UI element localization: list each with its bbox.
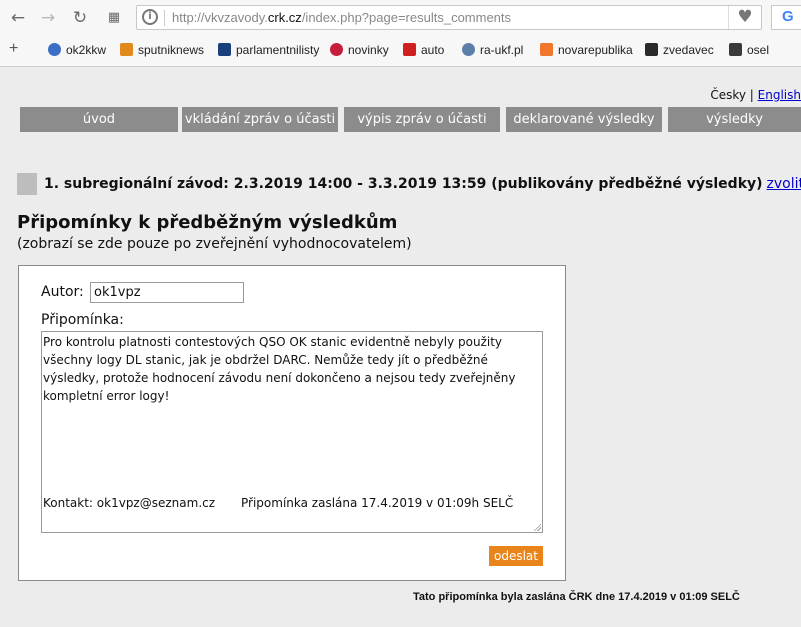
bookmark-novarepublika[interactable]: novarepublika [540,43,633,57]
comment-text: Pro kontrolu platnosti contestových QSO … [43,335,516,403]
comment-form: Autor: Připomínka: Pro kontrolu platnost… [18,265,566,581]
lang-cz[interactable]: Česky [710,88,746,102]
language-switch: Česky | English [710,88,801,102]
url-suffix: /index.php?page=results_comments [301,10,512,25]
bookmark-auto[interactable]: auto [403,43,444,57]
browser-toolbar: ← → ↻ ▦ i http://vkvzavody.crk.cz/index.… [0,0,801,67]
osel-icon [729,43,742,56]
url-domain: crk.cz [267,10,302,25]
author-label: Autor: [41,284,84,300]
resize-handle-icon[interactable] [533,523,541,531]
page-subtitle: (zobrazí se zde pouze po zveřejnění vyho… [17,236,412,252]
author-input[interactable] [90,282,244,303]
menu-vysledky[interactable]: výsledky [668,107,801,132]
address-bar-divider [164,10,165,26]
bookmark-label: auto [421,43,445,57]
bookmark-label: parlamentnilisty [236,43,320,57]
bookmark-osel[interactable]: osel [729,43,769,57]
sent-info: Připomínka zaslána 17.4.2019 v 01:09h SE… [241,496,514,510]
bookmark-label: zvedavec [663,43,714,57]
contest-heading-text: 1. subregionální závod: 2.3.2019 14:00 -… [44,176,763,192]
blogger-icon [540,43,553,56]
menu-vkladani[interactable]: vkládání zpráv o účasti [182,107,338,132]
bookmark-zvedavec[interactable]: zvedavec [645,43,714,57]
heading-marker [17,173,37,195]
bookmark-sputniknews[interactable]: sputniknews [120,43,204,57]
url-prefix: http://vkvzavody. [172,10,268,25]
back-arrow-icon[interactable]: ← [6,6,30,30]
acz-icon [403,43,416,56]
submission-note: Tato připomínka byla zaslána ČRK dne 17.… [413,591,740,603]
search-box[interactable]: G [771,5,801,30]
bookmark-parlamentnilisty[interactable]: parlamentnilisty [218,43,319,57]
bookmark-label: osel [747,43,770,57]
menu-uvod[interactable]: úvod [20,107,178,132]
bookmark-label: ok2kkw [66,43,107,57]
bookmark-heart-icon[interactable]: ♥ [728,6,761,29]
globe-icon [48,43,61,56]
bookmark-label: novarepublika [558,43,633,57]
address-bar[interactable]: i http://vkvzavody.crk.cz/index.php?page… [136,5,762,30]
lang-separator: | [749,88,754,102]
pl-icon [218,43,231,56]
bookmark-ok2kkw[interactable]: ok2kkw [48,43,106,57]
contact-info: Kontakt: ok1vpz@seznam.cz [43,496,216,510]
add-bookmark-icon[interactable]: + [9,40,18,58]
page-title: Připomínky k předběžným výsledkům [17,212,398,233]
contest-heading: 1. subregionální závod: 2.3.2019 14:00 -… [17,173,801,195]
bookmarks-bar: + ok2kkw sputniknews parlamentnilisty no… [0,38,801,62]
site-info-icon[interactable]: i [142,9,158,25]
bookmark-label: novinky [348,43,389,57]
google-icon: G [782,8,794,25]
change-contest-link[interactable]: zvolit jiný [767,176,801,192]
menu-vypis[interactable]: výpis zpráv o účasti [344,107,500,132]
bookmark-label: sputniknews [138,43,205,57]
comment-label: Připomínka: [41,312,124,328]
bookmark-ra-ukf[interactable]: ra-ukf.pl [462,43,523,57]
reload-icon[interactable]: ↻ [68,6,92,30]
forward-arrow-icon[interactable]: → [36,6,60,30]
menu-deklarovane[interactable]: deklarované výsledky [506,107,662,132]
comment-textarea[interactable]: Pro kontrolu platnosti contestových QSO … [41,331,543,533]
bookmark-novinky[interactable]: novinky [330,43,389,57]
people-icon [462,43,475,56]
lang-en-link[interactable]: English [758,88,801,102]
bookmark-label: ra-ukf.pl [480,43,524,57]
novinky-icon [330,43,343,56]
submit-button[interactable]: odeslat [489,546,543,566]
url-text[interactable]: http://vkvzavody.crk.cz/index.php?page=r… [172,10,511,25]
zvedavec-icon [645,43,658,56]
sputnik-icon [120,43,133,56]
apps-grid-icon[interactable]: ▦ [102,6,126,30]
